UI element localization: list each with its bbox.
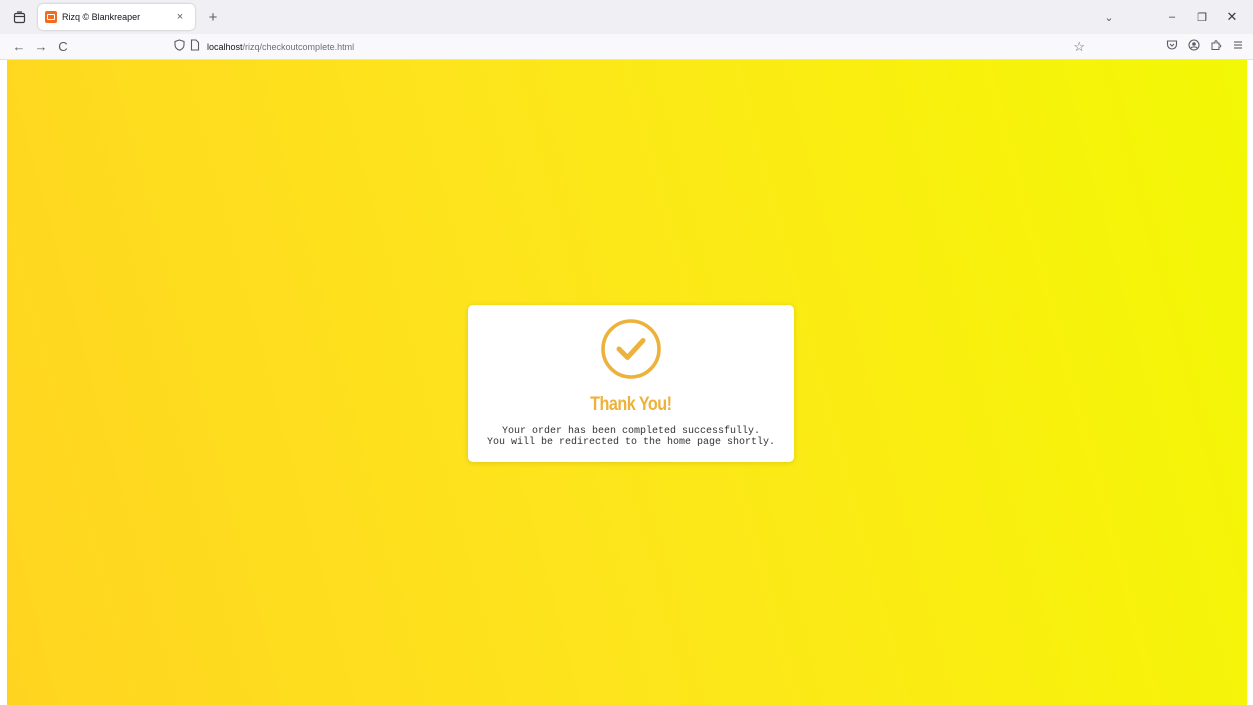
pocket-icon[interactable] (1161, 39, 1183, 54)
check-circle-icon (601, 319, 661, 379)
tab-list-icon[interactable] (8, 6, 30, 28)
account-icon[interactable] (1183, 39, 1205, 54)
url-path: /rizq/checkoutcomplete.html (242, 41, 355, 52)
url-host: localhost (207, 41, 243, 52)
tab-bar: Rizq © Blankreaper × + ⌄ – ❐ ✕ (0, 0, 1253, 34)
tab-close-button[interactable]: × (173, 11, 187, 23)
active-tab[interactable]: Rizq © Blankreaper × (38, 4, 195, 30)
star-icon[interactable]: ☆ (1073, 39, 1085, 55)
extensions-icon[interactable] (1205, 39, 1227, 54)
message-line-1: Your order has been completed successful… (501, 426, 761, 437)
favicon-icon (45, 11, 57, 23)
url-text[interactable]: localhost/rizq/checkoutcomplete.html (207, 42, 354, 52)
page-content: Thank You! Your order has been completed… (7, 60, 1247, 705)
list-all-tabs-button[interactable]: ⌄ (1099, 11, 1119, 24)
minimize-button[interactable]: – (1157, 11, 1187, 23)
thank-you-title: Thank You! (590, 394, 672, 415)
success-card: Thank You! Your order has been completed… (468, 305, 794, 462)
forward-button[interactable]: → (30, 39, 52, 54)
confirmation-message: Your order has been completed successful… (487, 426, 775, 448)
restore-button[interactable]: ❐ (1187, 11, 1217, 24)
back-button[interactable]: ← (8, 39, 30, 54)
page-icon[interactable] (187, 39, 202, 54)
menu-icon[interactable] (1227, 39, 1249, 54)
message-line-2: You will be redirected to the home page … (486, 437, 776, 448)
close-window-button[interactable]: ✕ (1217, 9, 1247, 25)
tab-title: Rizq © Blankreaper (62, 12, 141, 22)
new-tab-button[interactable]: + (204, 9, 222, 26)
url-bar[interactable]: localhost/rizq/checkoutcomplete.html ☆ (166, 36, 1095, 58)
navigation-toolbar: ← → C localhost/rizq/checkoutcomplete.ht… (0, 34, 1253, 60)
shield-icon[interactable] (172, 39, 187, 54)
reload-button[interactable]: C (52, 39, 74, 54)
